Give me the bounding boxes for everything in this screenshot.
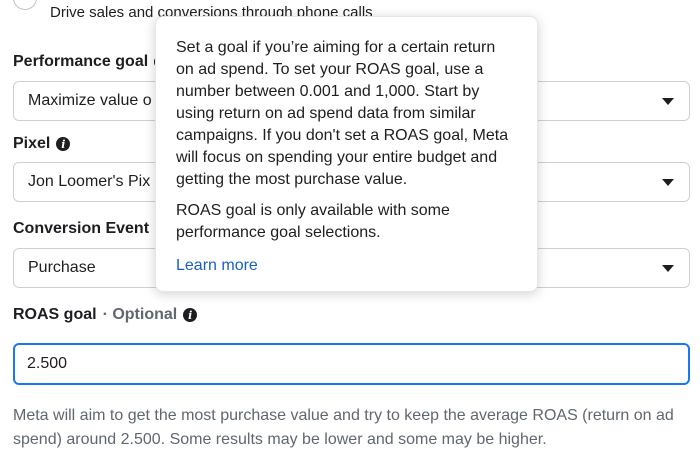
tooltip-paragraph-2: ROAS goal is only available with some pe… xyxy=(176,202,450,241)
tooltip-paragraph-1: Set a goal if you’re aiming for a certai… xyxy=(176,39,509,188)
roas-goal-label-text: ROAS goal xyxy=(13,306,97,323)
learn-more-link[interactable]: Learn more xyxy=(176,255,258,277)
info-icon[interactable]: i xyxy=(183,308,198,322)
performance-goal-label-text: Performance goal xyxy=(13,53,149,70)
roas-goal-help-text: Meta will aim to get the most purchase v… xyxy=(13,407,674,448)
pixel-value: Jon Loomer's Pix xyxy=(28,173,151,190)
pixel-label-text: Pixel xyxy=(13,135,51,152)
conversion-event-value: Purchase xyxy=(28,259,96,276)
optional-tag: · Optional xyxy=(102,306,178,323)
chevron-down-icon xyxy=(662,265,674,272)
performance-goal-value: Maximize value o xyxy=(28,92,152,109)
roas-goal-tooltip: Set a goal if you’re aiming for a certai… xyxy=(155,16,538,292)
chevron-down-icon xyxy=(662,98,674,105)
pixel-label: Pixel i xyxy=(13,135,71,153)
performance-goal-label: Performance goal i xyxy=(13,53,169,71)
conversion-event-label-text: Conversion Event xyxy=(13,220,150,237)
chevron-down-icon xyxy=(662,179,674,186)
roas-goal-value: 2.500 xyxy=(27,355,68,372)
phone-calls-radio[interactable] xyxy=(13,0,37,10)
info-icon[interactable]: i xyxy=(56,137,71,151)
roas-goal-input[interactable]: 2.500 xyxy=(13,343,690,385)
conversion-event-label: Conversion Event i xyxy=(13,220,170,238)
roas-goal-label: ROAS goal · Optional i xyxy=(13,306,198,324)
